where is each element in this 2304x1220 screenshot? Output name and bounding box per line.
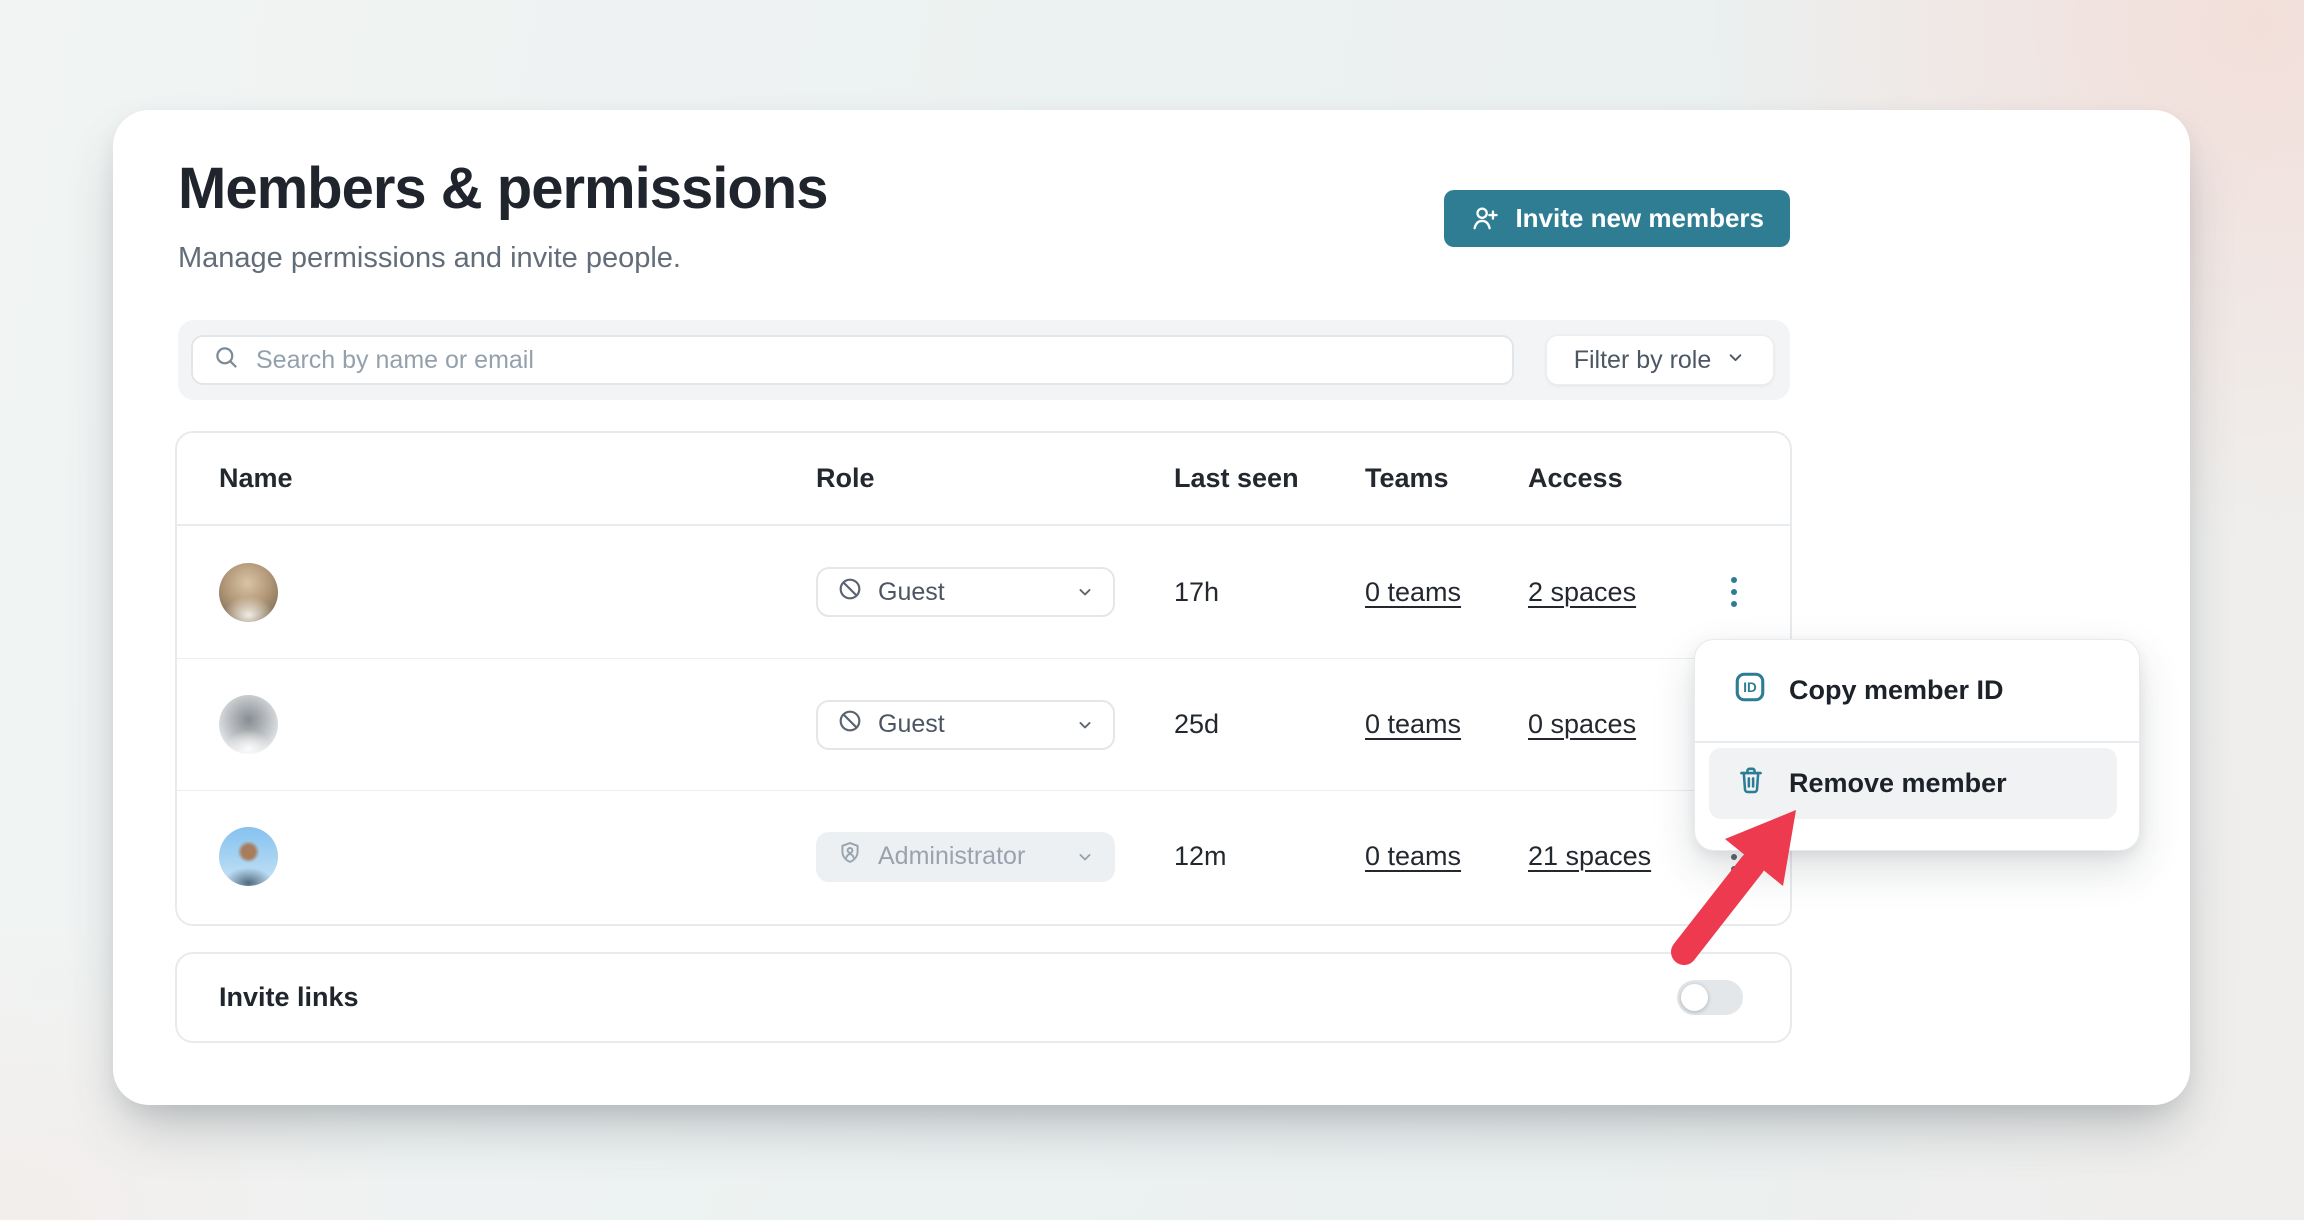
search-input[interactable]: [256, 346, 1492, 375]
teams-link[interactable]: 0 teams: [1365, 577, 1461, 607]
table-header-row: Name Role Last seen Teams Access: [177, 433, 1790, 526]
search-icon: [213, 344, 240, 376]
table-row: Administrator 12m 0 teams 21 spaces: [177, 790, 1790, 922]
search-field[interactable]: [191, 335, 1514, 385]
access-link[interactable]: 0 spaces: [1528, 709, 1636, 739]
chevron-down-icon: [1075, 582, 1095, 602]
last-seen-value: 12m: [1174, 841, 1365, 872]
members-permissions-card: Members & permissions Manage permissions…: [113, 110, 2190, 1105]
chevron-down-icon: [1075, 715, 1095, 735]
role-label: Administrator: [878, 842, 1025, 871]
filter-label: Filter by role: [1574, 346, 1712, 375]
last-seen-value: 17h: [1174, 577, 1365, 608]
circle-slash-icon: [837, 708, 863, 741]
red-arrow-annotation: [1600, 780, 1860, 1000]
teams-link[interactable]: 0 teams: [1365, 709, 1461, 739]
member-avatar: [219, 827, 278, 886]
svg-text:ID: ID: [1743, 680, 1757, 695]
page-subtitle: Manage permissions and invite people.: [178, 238, 681, 278]
invite-button-label: Invite new members: [1515, 203, 1764, 234]
row-menu-button[interactable]: [1712, 562, 1756, 622]
page-title: Members & permissions: [178, 156, 827, 223]
chevron-down-icon: [1725, 346, 1746, 375]
table-row: Guest 17h 0 teams 2 spaces: [177, 526, 1790, 658]
members-table: Name Role Last seen Teams Access: [175, 431, 1792, 926]
column-header-role: Role: [816, 463, 1174, 494]
shield-person-icon: [837, 840, 863, 873]
kebab-vertical-icon: [1731, 589, 1737, 595]
role-label: Guest: [878, 578, 945, 607]
role-dropdown[interactable]: Guest: [816, 567, 1115, 617]
column-header-name: Name: [219, 463, 816, 494]
column-header-last-seen: Last seen: [1174, 463, 1365, 494]
role-label: Guest: [878, 710, 945, 739]
column-header-access: Access: [1528, 463, 1700, 494]
page-background: Members & permissions Manage permissions…: [0, 0, 2304, 1220]
search-filter-bar: Filter by role: [178, 320, 1790, 400]
invite-links-label: Invite links: [219, 982, 359, 1013]
circle-slash-icon: [837, 576, 863, 609]
id-badge-icon: ID: [1733, 670, 1767, 711]
filter-by-role-dropdown[interactable]: Filter by role: [1546, 335, 1774, 385]
menu-item-label: Copy member ID: [1789, 675, 2004, 706]
last-seen-value: 25d: [1174, 709, 1365, 740]
member-avatar: [219, 563, 278, 622]
member-avatar: [219, 695, 278, 754]
teams-link[interactable]: 0 teams: [1365, 841, 1461, 871]
column-header-teams: Teams: [1365, 463, 1528, 494]
table-row: Guest 25d 0 teams 0 spaces: [177, 658, 1790, 790]
access-link[interactable]: 2 spaces: [1528, 577, 1636, 607]
invite-links-card: Invite links: [175, 952, 1792, 1043]
chevron-down-icon: [1075, 847, 1095, 867]
invite-new-members-button[interactable]: Invite new members: [1444, 190, 1790, 247]
menu-item-copy-member-id[interactable]: ID Copy member ID: [1695, 640, 2139, 741]
role-dropdown[interactable]: Administrator: [816, 832, 1115, 882]
person-plus-icon: [1470, 204, 1500, 234]
role-dropdown[interactable]: Guest: [816, 700, 1115, 750]
